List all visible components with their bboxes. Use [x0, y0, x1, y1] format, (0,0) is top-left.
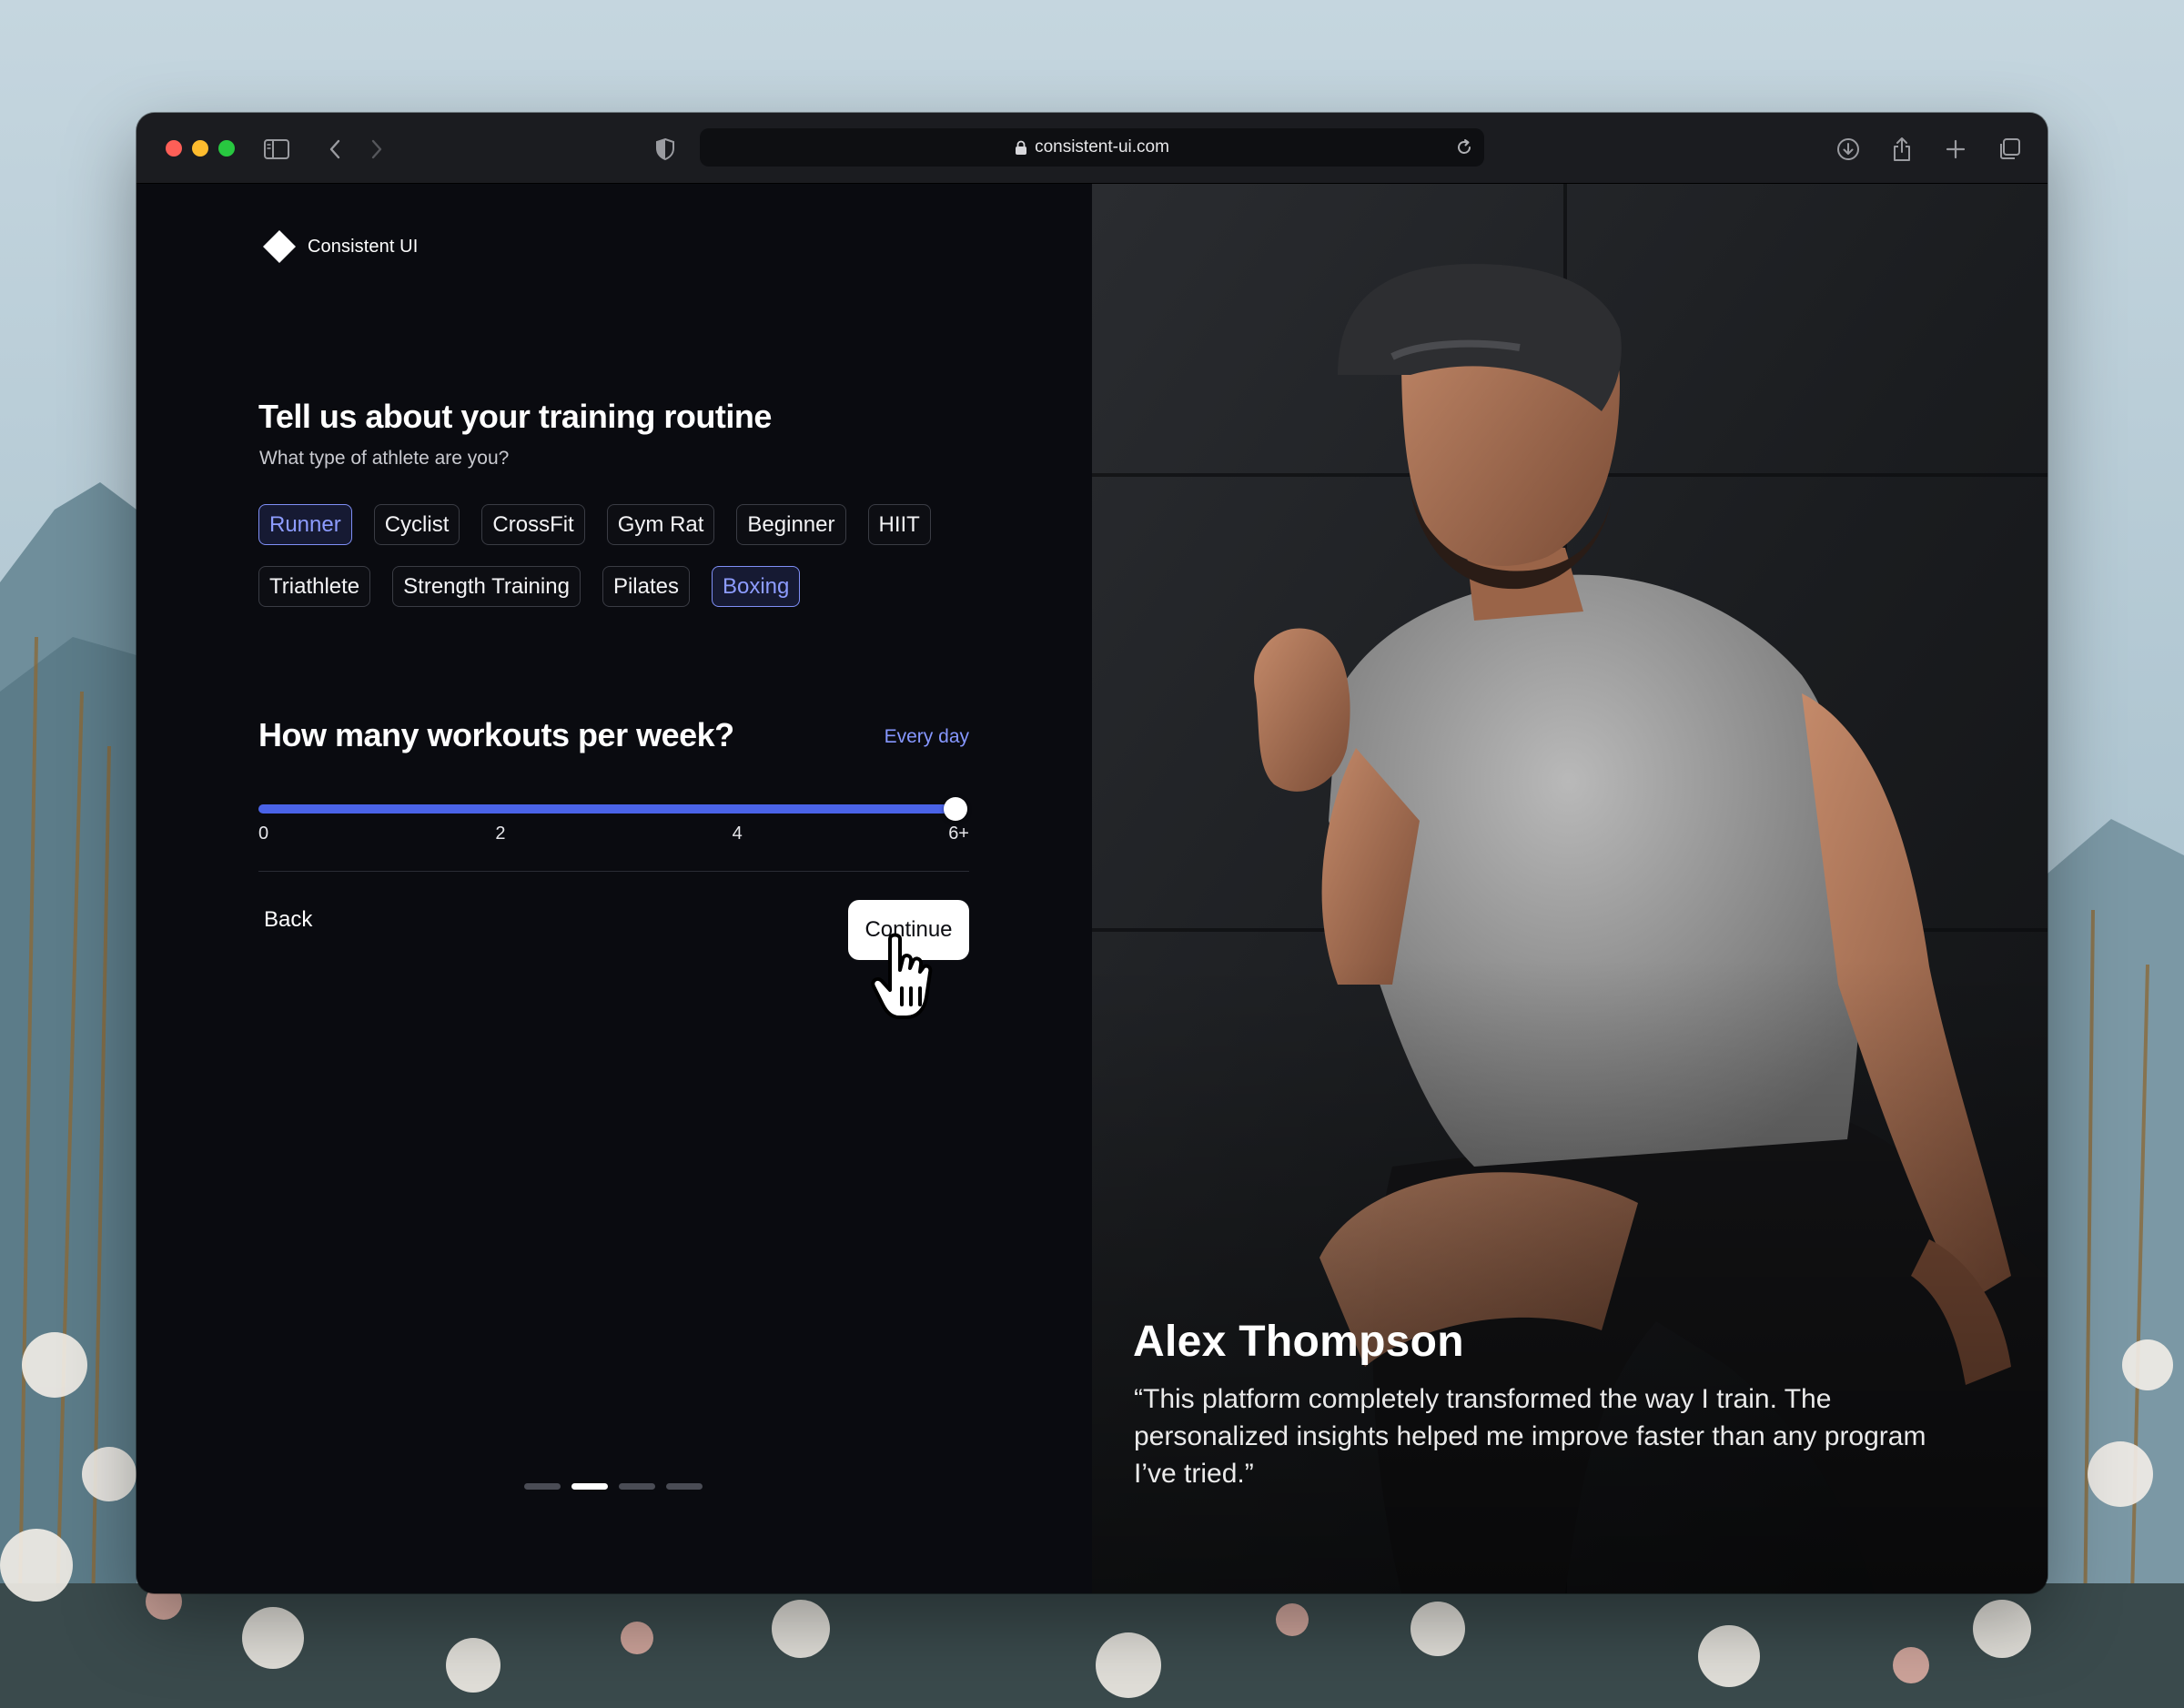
- browser-toolbar: consistent-ui.com: [136, 113, 2048, 184]
- shield-icon[interactable]: [649, 133, 682, 166]
- athlete-chip-boxing[interactable]: Boxing: [711, 566, 801, 607]
- browser-window: consistent-ui.com Consistent UI Tell us …: [136, 113, 2048, 1593]
- maximize-window-button[interactable]: [218, 140, 235, 157]
- hand-pointer-cursor-icon: [871, 933, 933, 1019]
- brand-name: Consistent UI: [308, 236, 419, 257]
- athlete-chip-gym-rat[interactable]: Gym Rat: [606, 504, 715, 545]
- brand[interactable]: Consistent UI: [262, 229, 418, 264]
- athlete-chip-cyclist[interactable]: Cyclist: [373, 504, 460, 545]
- url-text: consistent-ui.com: [1035, 137, 1169, 157]
- share-icon[interactable]: [1886, 133, 1918, 166]
- forward-arrow-icon[interactable]: [360, 133, 393, 166]
- step-dot: [571, 1483, 608, 1490]
- tab-overview-icon[interactable]: [1993, 133, 2026, 166]
- chip-row: Runner Cyclist CrossFit Gym Rat Beginner HIIT: [258, 504, 986, 545]
- slider-ticks: 0 2 4 6+: [258, 824, 969, 849]
- address-bar[interactable]: consistent-ui.com: [700, 128, 1484, 167]
- step-dot: [524, 1483, 561, 1490]
- page-title: Tell us about your training routine: [258, 398, 772, 435]
- slider-tick-label: 0: [258, 824, 269, 844]
- divider: [258, 871, 969, 872]
- page-subtitle: What type of athlete are you?: [259, 448, 510, 469]
- back-button[interactable]: Back: [264, 907, 312, 933]
- onboarding-panel: Consistent UI Tell us about your trainin…: [136, 184, 1092, 1593]
- slider-fill: [258, 804, 956, 814]
- athlete-chip-pilates[interactable]: Pilates: [602, 566, 690, 607]
- workouts-value-label: Every day: [884, 726, 969, 747]
- testimonial-quote: “This platform completely transformed th…: [1134, 1384, 1926, 1489]
- slider-tick-label: 4: [732, 824, 743, 844]
- lock-icon: [1016, 140, 1027, 155]
- step-indicator: [524, 1483, 703, 1490]
- athlete-type-chips: Runner Cyclist CrossFit Gym Rat Beginner HIIT…: [258, 504, 986, 628]
- sidebar-toggle-icon[interactable]: [260, 133, 293, 166]
- slider-tick-label: 2: [495, 824, 506, 844]
- slider-thumb[interactable]: [944, 797, 967, 821]
- chip-row: Triathlete Strength Training Pilates Boxing: [258, 566, 986, 607]
- close-window-button[interactable]: [166, 140, 182, 157]
- back-arrow-icon[interactable]: [318, 133, 351, 166]
- page-content: Consistent UI Tell us about your trainin…: [136, 184, 2048, 1593]
- workouts-slider[interactable]: [258, 795, 969, 823]
- athlete-chip-strength-training[interactable]: Strength Training: [392, 566, 581, 607]
- minimize-window-button[interactable]: [192, 140, 208, 157]
- workouts-question: How many workouts per week?: [258, 716, 734, 753]
- step-dot: [619, 1483, 655, 1490]
- athlete-chip-beginner[interactable]: Beginner: [736, 504, 846, 545]
- new-tab-plus-icon[interactable]: [1939, 133, 1972, 166]
- reload-icon[interactable]: [1453, 136, 1475, 158]
- testimonial-panel: Alex Thompson “This platform completely …: [1092, 184, 2048, 1593]
- athlete-chip-hiit[interactable]: HIIT: [867, 504, 931, 545]
- download-icon[interactable]: [1832, 133, 1865, 166]
- athlete-chip-triathlete[interactable]: Triathlete: [258, 566, 371, 607]
- diamond-logo-icon: [263, 230, 296, 263]
- testimonial-name: Alex Thompson: [1133, 1318, 1464, 1366]
- athlete-chip-runner[interactable]: Runner: [258, 504, 352, 545]
- athlete-chip-crossfit[interactable]: CrossFit: [481, 504, 585, 545]
- step-dot: [666, 1483, 703, 1490]
- slider-tick-label: 6+: [948, 824, 969, 844]
